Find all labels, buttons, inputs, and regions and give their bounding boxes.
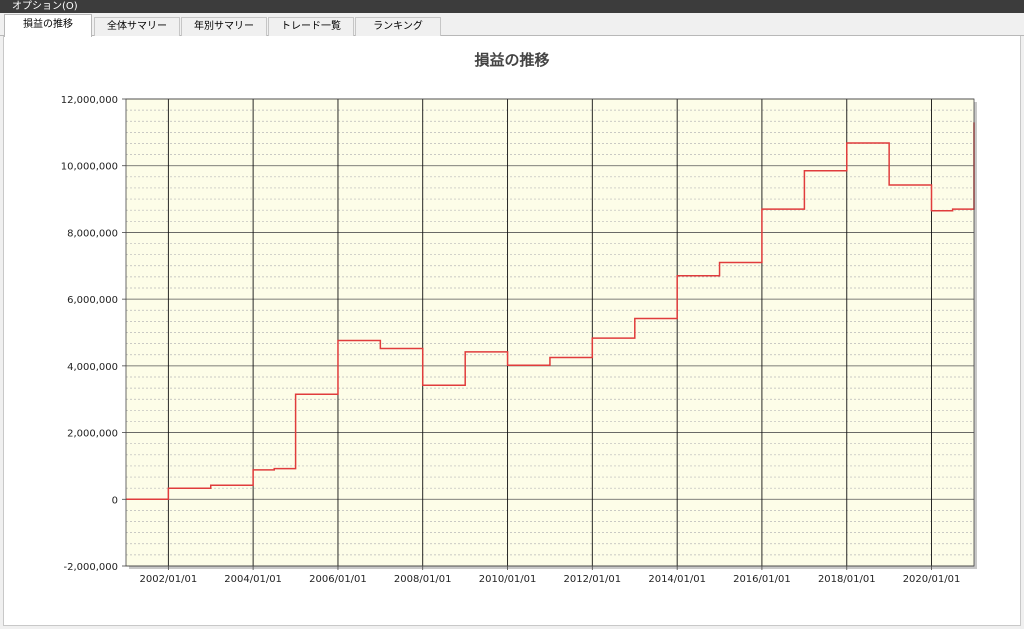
tab-yearly-summary[interactable]: 年別サマリー xyxy=(181,17,267,36)
y-tick-label: 6,000,000 xyxy=(67,295,118,306)
x-tick-label: 2014/01/01 xyxy=(648,574,706,585)
y-tick-label: 12,000,000 xyxy=(61,95,118,106)
y-tick-label: 4,000,000 xyxy=(67,362,118,373)
x-tick-label: 2016/01/01 xyxy=(733,574,791,585)
menu-bar: オプション(O) xyxy=(0,0,1024,13)
x-tick-label: 2002/01/01 xyxy=(140,574,198,585)
y-tick-label: 10,000,000 xyxy=(61,162,118,173)
x-tick-label: 2004/01/01 xyxy=(224,574,282,585)
x-tick-label: 2020/01/01 xyxy=(903,574,961,585)
tab-trade-list[interactable]: トレード一覧 xyxy=(268,17,354,36)
x-tick-label: 2018/01/01 xyxy=(818,574,876,585)
profit-chart: 損益の推移 -2,000,000 0 2,000,000 4,000,000 6,000… xyxy=(61,51,977,585)
tab-overall-summary[interactable]: 全体サマリー xyxy=(94,17,180,36)
x-tick-label: 2010/01/01 xyxy=(479,574,537,585)
y-tick-label: -2,000,000 xyxy=(63,562,118,573)
tab-ranking[interactable]: ランキング xyxy=(355,17,441,36)
chart-title: 損益の推移 xyxy=(474,51,549,69)
x-tick-label: 2012/01/01 xyxy=(563,574,621,585)
x-tick-label: 2008/01/01 xyxy=(394,574,452,585)
menu-options[interactable]: オプション(O) xyxy=(0,1,78,12)
tab-profit-transition[interactable]: 損益の推移 xyxy=(4,14,92,37)
x-tick-label: 2006/01/01 xyxy=(309,574,367,585)
y-axis-ticks: -2,000,000 0 2,000,000 4,000,000 6,000,000 8,… xyxy=(61,95,126,573)
tab-bar: 損益の推移 全体サマリー 年別サマリー トレード一覧 ランキング xyxy=(0,13,1024,37)
y-tick-label: 8,000,000 xyxy=(67,228,118,239)
y-tick-label: 0 xyxy=(112,495,118,506)
y-tick-label: 2,000,000 xyxy=(67,429,118,440)
